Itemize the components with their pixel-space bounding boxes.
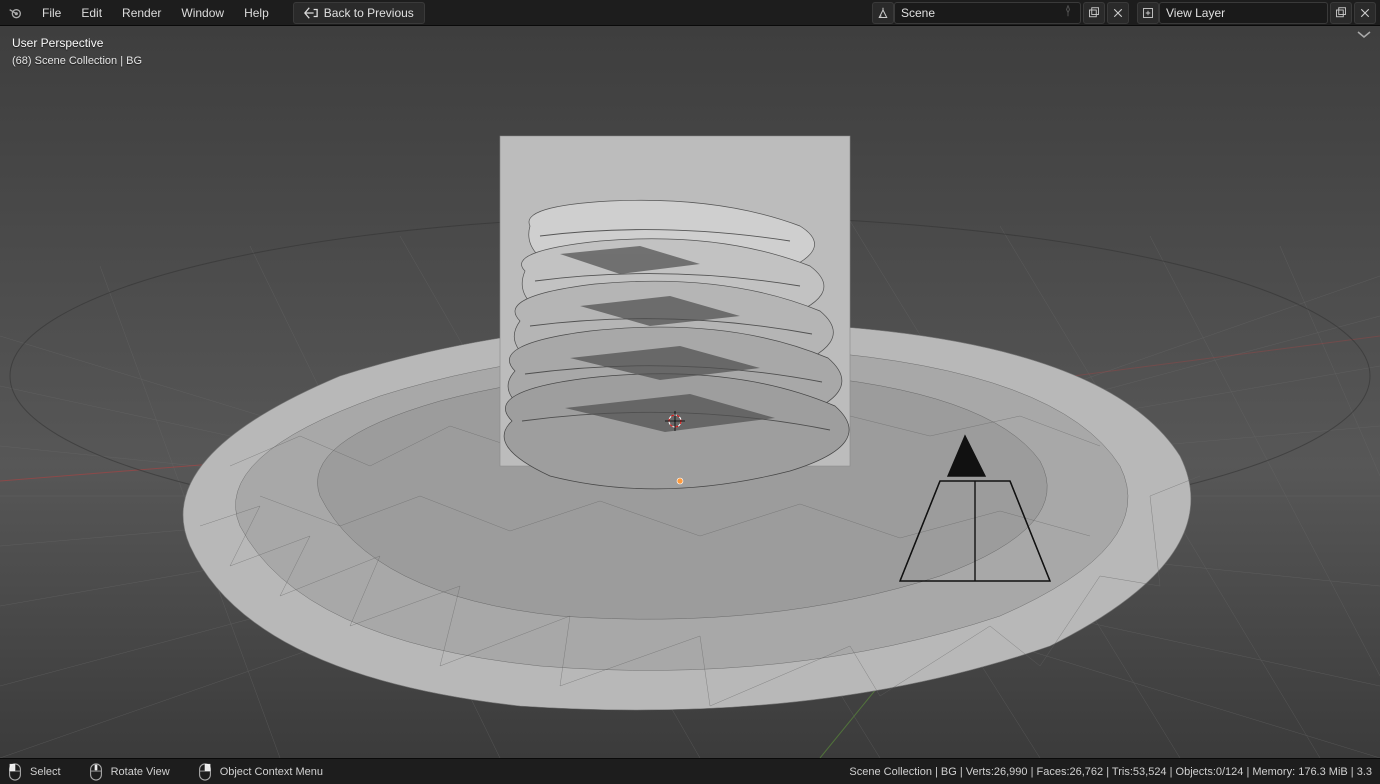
viewport-render xyxy=(0,26,1380,758)
new-view-layer-button[interactable] xyxy=(1330,2,1352,24)
back-to-previous-button[interactable]: Back to Previous xyxy=(293,2,425,24)
new-view-layer-icon xyxy=(1335,7,1347,19)
back-arrow-icon xyxy=(304,6,318,20)
view-layer-name-input[interactable] xyxy=(1166,6,1321,20)
status-hint-rotate: Rotate View xyxy=(89,763,170,781)
delete-scene-button[interactable] xyxy=(1107,2,1129,24)
delete-view-layer-button[interactable] xyxy=(1354,2,1376,24)
top-menu-bar: File Edit Render Window Help Back to Pre… xyxy=(0,0,1380,26)
scene-name-field[interactable] xyxy=(894,2,1081,24)
status-rotate-label: Rotate View xyxy=(111,766,170,778)
mouse-middle-icon xyxy=(89,763,103,781)
scene-name-input[interactable] xyxy=(901,6,1056,20)
view-layer-browse-icon xyxy=(1142,7,1154,19)
menu-file[interactable]: File xyxy=(32,2,71,24)
blender-logo-icon xyxy=(4,2,26,24)
delete-scene-icon xyxy=(1112,7,1124,19)
new-scene-button[interactable] xyxy=(1083,2,1105,24)
browse-scene-button[interactable] xyxy=(872,2,894,24)
pin-scene-icon[interactable] xyxy=(1062,5,1074,20)
menu-help[interactable]: Help xyxy=(234,2,279,24)
object-origin-icon xyxy=(677,478,683,484)
delete-view-layer-icon xyxy=(1359,7,1371,19)
status-bar: Select Rotate View Object Context Menu S… xyxy=(0,758,1380,784)
menu-render[interactable]: Render xyxy=(112,2,171,24)
back-to-previous-label: Back to Previous xyxy=(324,6,414,20)
view-layer-name-field[interactable] xyxy=(1159,2,1328,24)
status-hint-context-menu: Object Context Menu xyxy=(198,763,323,781)
scene-browse-icon xyxy=(877,7,889,19)
scene-selector-group xyxy=(870,2,1129,24)
browse-view-layer-button[interactable] xyxy=(1137,2,1159,24)
3d-viewport[interactable]: User Perspective (68) Scene Collection |… xyxy=(0,26,1380,758)
mouse-left-icon xyxy=(8,763,22,781)
status-hint-select: Select xyxy=(8,763,61,781)
mouse-right-icon xyxy=(198,763,212,781)
new-scene-icon xyxy=(1088,7,1100,19)
menu-window[interactable]: Window xyxy=(171,2,234,24)
menu-edit[interactable]: Edit xyxy=(71,2,112,24)
status-select-label: Select xyxy=(30,766,61,778)
scene-statistics: Scene Collection | BG | Verts:26,990 | F… xyxy=(849,766,1372,778)
status-context-label: Object Context Menu xyxy=(220,766,323,778)
view-layer-selector-group xyxy=(1135,2,1376,24)
